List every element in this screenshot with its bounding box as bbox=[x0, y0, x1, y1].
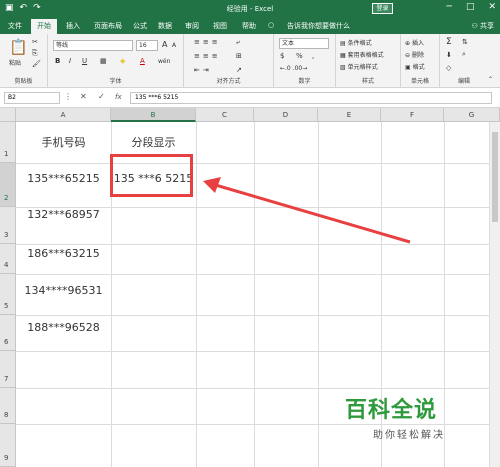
watermark: 百科全说 助你轻松解决 bbox=[345, 392, 495, 441]
watermark-subtitle: 助你轻松解决 bbox=[373, 430, 445, 441]
watermark-title: 百科全说 bbox=[345, 398, 438, 423]
arrow-shaft bbox=[211, 182, 411, 244]
